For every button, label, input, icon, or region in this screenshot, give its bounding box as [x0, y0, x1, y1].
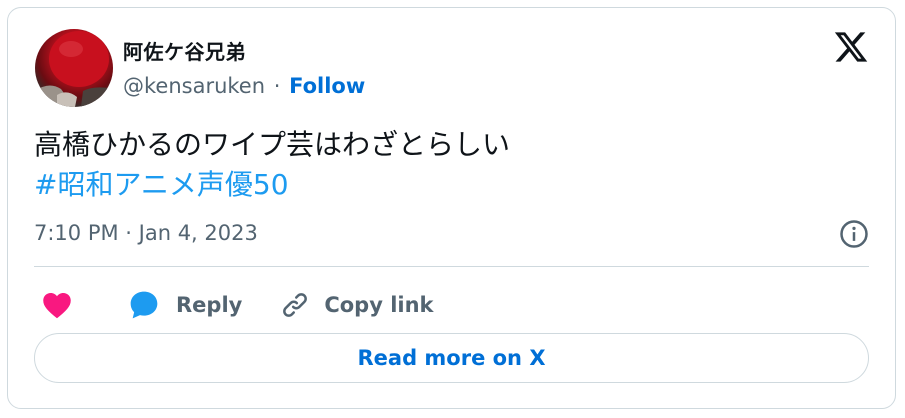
user-handle[interactable]: @kensaruken	[123, 74, 265, 98]
read-more-label: Read more on X	[357, 346, 546, 370]
link-icon	[283, 293, 308, 317]
reply-label: Reply	[176, 293, 243, 317]
copy-link-label: Copy link	[324, 293, 434, 317]
separator-dot: ·	[273, 74, 281, 98]
info-icon[interactable]	[839, 219, 869, 249]
follow-link[interactable]: Follow	[289, 74, 365, 98]
action-bar: Reply Copy link	[34, 285, 434, 325]
tweet-text: 高橋ひかるのワイプ芸はわざとらしい #昭和アニメ声優50	[34, 125, 510, 205]
tweet-card: 阿佐ケ谷兄弟 @kensaruken · Follow 高橋ひかるのワイプ芸はわ…	[7, 7, 896, 409]
divider	[34, 266, 869, 267]
heart-icon	[43, 293, 71, 319]
tweet-body: 高橋ひかるのワイプ芸はわざとらしい	[34, 128, 511, 161]
read-more-button[interactable]: Read more on X	[34, 333, 869, 383]
handle-row: @kensaruken · Follow	[123, 74, 365, 98]
reply-button[interactable]: Reply	[128, 290, 242, 320]
speech-bubble-icon	[130, 291, 158, 319]
x-logo-icon[interactable]	[833, 29, 869, 65]
like-button[interactable]	[42, 291, 72, 319]
copy-link-button[interactable]: Copy link	[280, 290, 434, 320]
display-name[interactable]: 阿佐ケ谷兄弟	[123, 36, 246, 65]
avatar[interactable]	[35, 29, 113, 107]
timestamp[interactable]: 7:10 PM · Jan 4, 2023	[34, 221, 258, 245]
avatar-image	[35, 31, 113, 107]
hashtag-link[interactable]: #昭和アニメ声優50	[34, 165, 510, 205]
